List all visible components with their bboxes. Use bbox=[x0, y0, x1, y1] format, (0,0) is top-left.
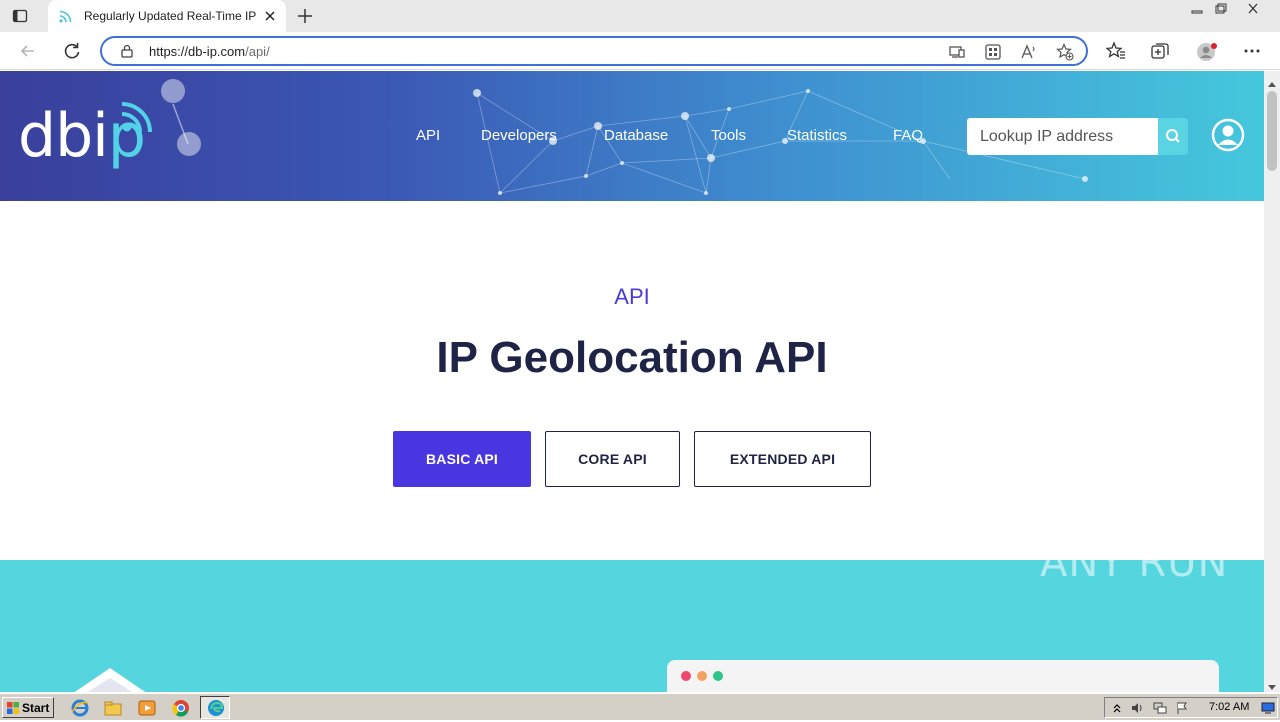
nav-developers[interactable]: Developers bbox=[481, 127, 557, 144]
code-window-mockup bbox=[667, 660, 1219, 692]
volume-icon[interactable] bbox=[1130, 701, 1144, 715]
lock-icon[interactable] bbox=[120, 44, 134, 58]
add-favorite-icon[interactable] bbox=[1056, 43, 1074, 61]
site-logo[interactable]: dbip bbox=[18, 76, 208, 188]
restore-icon[interactable] bbox=[1208, 0, 1234, 18]
ip-lookup-input[interactable] bbox=[967, 118, 1158, 155]
address-bar[interactable]: https://db-ip.com/api/ bbox=[100, 36, 1088, 66]
extended-api-button[interactable]: EXTENDED API bbox=[694, 431, 871, 487]
favorites-icon[interactable] bbox=[1105, 41, 1126, 61]
device-icon[interactable] bbox=[948, 43, 966, 61]
new-tab-icon[interactable] bbox=[296, 7, 314, 25]
taskbar: Start 7:02 AM bbox=[0, 693, 1280, 720]
logo-letters-db: db bbox=[18, 101, 93, 171]
nav-api[interactable]: API bbox=[416, 127, 440, 144]
start-button[interactable]: Start bbox=[2, 697, 54, 718]
logo-letter-p: p bbox=[107, 101, 146, 171]
explorer-icon[interactable] bbox=[104, 699, 122, 717]
logo-letter-i: i bbox=[92, 101, 109, 171]
window-close-icon[interactable] bbox=[1240, 0, 1266, 18]
back-icon[interactable] bbox=[18, 41, 38, 61]
active-tab[interactable]: Regularly Updated Real-Time IP G bbox=[48, 0, 286, 32]
tab-actions-icon[interactable] bbox=[12, 8, 28, 24]
window-dot-orange bbox=[697, 671, 707, 681]
url-host: https://db-ip.com bbox=[149, 44, 246, 59]
nav-tools[interactable]: Tools bbox=[711, 127, 746, 144]
collections-icon[interactable] bbox=[1150, 41, 1170, 61]
page-viewport: dbip API Developers Database Tools Stati… bbox=[0, 71, 1264, 692]
profile-icon[interactable] bbox=[1196, 41, 1217, 61]
edge-taskbar-button[interactable] bbox=[200, 696, 230, 719]
url-path: /api/ bbox=[245, 44, 270, 59]
flag-icon[interactable] bbox=[1175, 701, 1189, 715]
page-title: IP Geolocation API bbox=[436, 333, 828, 382]
site-header: dbip API Developers Database Tools Stati… bbox=[0, 71, 1264, 201]
network-icon[interactable] bbox=[1153, 701, 1167, 715]
core-api-button[interactable]: CORE API bbox=[545, 431, 680, 487]
more-icon[interactable] bbox=[1242, 41, 1262, 61]
search-button[interactable] bbox=[1158, 118, 1188, 155]
wifi-favicon-icon bbox=[58, 8, 74, 24]
ie-icon[interactable] bbox=[71, 699, 89, 717]
clock[interactable]: 7:02 AM bbox=[1209, 701, 1249, 713]
nav-faq[interactable]: FAQ bbox=[893, 127, 923, 144]
windows-logo-icon bbox=[7, 702, 19, 714]
section-label: API bbox=[614, 284, 650, 309]
logo-wordmark: dbip bbox=[18, 106, 146, 166]
refresh-icon[interactable] bbox=[62, 41, 82, 61]
scroll-thumb[interactable] bbox=[1267, 91, 1277, 171]
start-label: Start bbox=[22, 701, 50, 715]
apps-icon[interactable] bbox=[984, 43, 1002, 61]
window-dot-red bbox=[681, 671, 691, 681]
tab-title: Regularly Updated Real-Time IP G bbox=[84, 9, 256, 23]
scroll-up-icon[interactable] bbox=[1268, 76, 1276, 87]
ip-lookup-box bbox=[967, 118, 1158, 155]
system-tray: 7:02 AM bbox=[1104, 697, 1278, 718]
address-url[interactable]: https://db-ip.com/api/ bbox=[149, 44, 270, 59]
nav-database[interactable]: Database bbox=[604, 127, 668, 144]
chrome-icon[interactable] bbox=[172, 699, 190, 717]
browser-tab-bar: Regularly Updated Real-Time IP G bbox=[0, 0, 1280, 32]
decorative-shape-inner bbox=[78, 678, 142, 692]
browser-toolbar: https://db-ip.com/api/ bbox=[0, 32, 1280, 70]
anyrun-watermark: ANY RUN bbox=[1040, 540, 1229, 586]
window-dot-green bbox=[713, 671, 723, 681]
account-icon[interactable] bbox=[1211, 118, 1245, 152]
edge-icon bbox=[208, 700, 224, 716]
basic-api-button[interactable]: BASIC API bbox=[393, 431, 531, 487]
chevron-up-icon[interactable] bbox=[1110, 701, 1124, 715]
page-scrollbar[interactable] bbox=[1264, 71, 1280, 692]
close-icon[interactable] bbox=[262, 8, 278, 24]
nav-statistics[interactable]: Statistics bbox=[787, 127, 847, 144]
media-player-icon[interactable] bbox=[138, 699, 156, 717]
read-aloud-icon[interactable] bbox=[1020, 43, 1038, 61]
search-icon bbox=[1166, 129, 1180, 143]
scroll-down-icon[interactable] bbox=[1268, 678, 1276, 690]
minimize-icon[interactable] bbox=[1184, 0, 1210, 18]
display-icon[interactable] bbox=[1261, 701, 1275, 715]
